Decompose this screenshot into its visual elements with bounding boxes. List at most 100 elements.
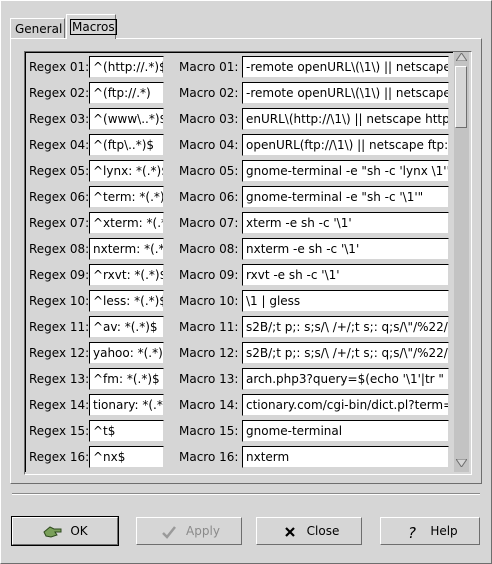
vertical-scrollbar[interactable]	[454, 52, 469, 472]
macro-row: Regex 04: ^(ftp\..*)$ Macro 04: openURL(ftp…	[26, 134, 453, 160]
macro-input[interactable]: -remote openURL\(\1\) || netscape \1	[242, 56, 449, 78]
macro-row: Regex 03: ^(www\..*)$ Macro 03: enURL\(http…	[26, 108, 453, 134]
scrollbar-thumb[interactable]	[455, 66, 467, 128]
regex-input[interactable]: ^rxvt: *(.*)$	[89, 264, 164, 286]
regex-label: Regex 14:	[29, 398, 90, 412]
macro-label: Macro 01:	[179, 60, 239, 74]
regex-label: Regex 09:	[29, 268, 90, 282]
macro-input[interactable]: s2B/;t p;: s;s/\ /+/;t s;: q;s/\"/%22/;t…	[242, 342, 449, 364]
dialog-separator	[12, 493, 480, 495]
macro-input[interactable]: arch.php3?query=$(echo '\1'|tr " " +)	[242, 368, 449, 390]
macros-viewport: Regex 01: ^(http://.*)$ Macro 01: -remote o…	[25, 52, 453, 472]
macro-row: Regex 01: ^(http://.*)$ Macro 01: -remote o…	[26, 56, 453, 82]
regex-input[interactable]: ^xterm: *(.*)$	[89, 212, 164, 234]
macro-input[interactable]: gnome-terminal -e "sh -c 'lynx \1'"	[242, 160, 449, 182]
macro-label: Macro 14:	[179, 398, 239, 412]
tab-macros-label: Macros	[70, 19, 117, 35]
macro-label: Macro 05:	[179, 164, 239, 178]
macro-input[interactable]: -remote openURL\(\1\) || netscape \1	[242, 82, 449, 104]
regex-input[interactable]: ^(ftp\..*)$	[89, 134, 164, 156]
regex-input[interactable]: ^(www\..*)$	[89, 108, 164, 130]
regex-input[interactable]: ^fm: *(.*)$	[89, 368, 164, 390]
regex-label: Regex 04:	[29, 138, 90, 152]
macro-row: Regex 16: ^nx$ Macro 16: nxterm	[26, 446, 453, 472]
macro-row: Regex 13: ^fm: *(.*)$ Macro 13: arch.php3?q…	[26, 368, 453, 394]
macro-input[interactable]: gnome-terminal -e "sh -c '\1'"	[242, 186, 449, 208]
close-button[interactable]: Close	[256, 517, 362, 545]
macro-label: Macro 02:	[179, 86, 239, 100]
regex-label: Regex 03:	[29, 112, 90, 126]
macro-input[interactable]: s2B/;t p;: s;s/\ /+/;t s;: q;s/\"/%22/;t…	[242, 316, 449, 338]
regex-input[interactable]: ^(ftp://.*)	[89, 82, 164, 104]
regex-input[interactable]: ^lynx: *(.*)$	[89, 160, 164, 182]
macro-input[interactable]: enURL\(http://\1\) || netscape http://\1	[242, 108, 449, 130]
macro-row: Regex 08:nxterm: *(.*)$ Macro 08:nxterm -…	[26, 238, 453, 264]
macro-label: Macro 09:	[179, 268, 239, 282]
regex-input[interactable]: ^t$	[89, 420, 164, 442]
apply-button[interactable]: Apply	[136, 517, 242, 545]
regex-label: Regex 10:	[29, 294, 90, 308]
regex-input[interactable]: ^less: *(.*)$	[89, 290, 164, 312]
macro-input[interactable]: xterm -e sh -c '\1'	[242, 212, 449, 234]
macro-row: Regex 05: ^lynx: *(.*)$ Macro 05: gnome-ter…	[26, 160, 453, 186]
macro-label: Macro 04:	[179, 138, 239, 152]
regex-label: Regex 11:	[29, 320, 90, 334]
macro-label: Macro 06:	[179, 190, 239, 204]
macro-label: Macro 13:	[179, 372, 239, 386]
regex-label: Regex 02:	[29, 86, 90, 100]
macro-label: Macro 03:	[179, 112, 239, 126]
regex-input[interactable]: ^(http://.*)$	[89, 56, 164, 78]
macro-row: Regex 10: ^less: *(.*)$ Macro 10: \1 | gles…	[26, 290, 453, 316]
regex-label: Regex 06:	[29, 190, 90, 204]
macro-row: Regex 11: ^av: *(.*)$ Macro 11: s2B/;t p;: …	[26, 316, 453, 342]
macro-input[interactable]: gnome-terminal	[242, 420, 449, 442]
help-button-label: Help	[430, 524, 458, 538]
regex-label: Regex 01:	[29, 60, 90, 74]
macro-row: Regex 02: ^(ftp://.*) Macro 02: -remote ope…	[26, 82, 453, 108]
regex-label: Regex 12:	[29, 346, 90, 360]
macro-row: Regex 09: ^rxvt: *(.*)$ Macro 09: rxvt -e s…	[26, 264, 453, 290]
regex-label: Regex 05:	[29, 164, 90, 178]
question-icon: ?	[402, 519, 424, 545]
scroll-down-arrow-icon[interactable]	[454, 458, 469, 472]
macros-scroll-window: Regex 01: ^(http://.*)$ Macro 01: -remote o…	[24, 51, 472, 475]
macro-label: Macro 16:	[179, 450, 239, 464]
macro-row: Regex 07:^xterm: *(.*)$ Macro 07:xterm -e…	[26, 212, 453, 238]
scroll-up-arrow-icon[interactable]	[454, 52, 469, 66]
ok-button[interactable]: OK	[11, 516, 119, 546]
macro-input[interactable]: ctionary.com/cgi-bin/dict.pl?term=\1	[242, 394, 449, 416]
regex-label: Regex 16:	[29, 450, 90, 464]
macro-row: Regex 06:^term: *(.*)$ Macro 06:gnome-ter…	[26, 186, 453, 212]
macro-input[interactable]: openURL(ftp://\1\) || netscape ftp://\1	[242, 134, 449, 156]
x-icon	[279, 519, 301, 545]
regex-input[interactable]: nxterm: *(.*)$	[89, 238, 164, 260]
regex-label: Regex 07:	[29, 216, 90, 230]
macro-label: Macro 11:	[179, 320, 239, 334]
macro-label: Macro 15:	[179, 424, 239, 438]
macro-label: Macro 08:	[179, 242, 239, 256]
checkmark-icon	[158, 519, 180, 545]
regex-input[interactable]: ^av: *(.*)$	[89, 316, 164, 338]
regex-input[interactable]: yahoo: *(.*)$	[89, 342, 164, 364]
macro-row: Regex 15: ^t$ Macro 15: gnome-terminal	[26, 420, 453, 446]
regex-label: Regex 13:	[29, 372, 90, 386]
svg-text:?: ?	[408, 524, 416, 540]
macro-label: Macro 10:	[179, 294, 239, 308]
apply-button-label: Apply	[186, 524, 220, 538]
regex-input[interactable]: ^term: *(.*)$	[89, 186, 164, 208]
regex-input[interactable]: ^nx$	[89, 446, 164, 468]
macro-input[interactable]: nxterm -e sh -c '\1'	[242, 238, 449, 260]
macro-label: Macro 12:	[179, 346, 239, 360]
macro-input[interactable]: nxterm	[242, 446, 449, 468]
macro-row: Regex 14:tionary: *(.*)$ Macro 14:ctionar…	[26, 394, 453, 420]
macro-input[interactable]: rxvt -e sh -c '\1'	[242, 264, 449, 286]
regex-input[interactable]: tionary: *(.*)$	[89, 394, 164, 416]
tab-general[interactable]: General	[10, 18, 65, 38]
macro-row: Regex 12: yahoo: *(.*)$ Macro 12: s2B/;t p;…	[26, 342, 453, 368]
tab-macros[interactable]: Macros	[66, 14, 117, 39]
ok-hand-icon	[42, 519, 64, 545]
help-button[interactable]: ? Help	[380, 517, 480, 545]
macro-input[interactable]: \1 | gless	[242, 290, 449, 312]
ok-button-label: OK	[70, 524, 88, 538]
regex-label: Regex 08:	[29, 242, 90, 256]
